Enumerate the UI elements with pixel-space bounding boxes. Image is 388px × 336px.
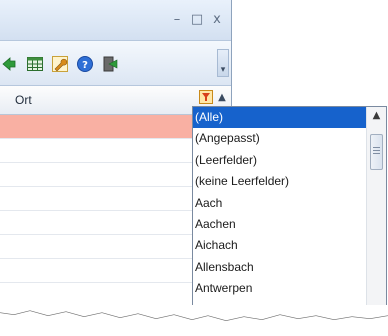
close-button[interactable]: x (208, 12, 226, 28)
maximize-button[interactable]: □ (188, 12, 206, 28)
filter-option-alle[interactable]: (Alle) (193, 107, 366, 129)
scroll-grip-line (373, 153, 380, 154)
scroll-up-button[interactable]: ▲ (367, 107, 386, 125)
column-header-label: Ort (15, 93, 32, 107)
export-icon[interactable] (1, 55, 19, 73)
filter-option-keine-leerfelder[interactable]: (keine Leerfelder) (193, 171, 386, 192)
filter-dropdown-list[interactable]: (Alle) (Angepasst) (Leerfelder) (keine L… (192, 106, 387, 317)
filter-option-antwerpen[interactable]: Antwerpen (193, 278, 386, 299)
svg-text:?: ? (82, 60, 88, 71)
torn-edge-decoration (0, 305, 388, 336)
scroll-thumb[interactable] (370, 134, 383, 170)
minimize-button[interactable]: – (168, 12, 186, 28)
toolbar-overflow-button[interactable]: ▾ (217, 49, 229, 77)
help-icon[interactable]: ? (76, 55, 94, 73)
sort-ascending-icon[interactable]: ▲ (214, 89, 230, 107)
dropdown-scrollbar[interactable]: ▲ (366, 107, 386, 311)
exit-icon[interactable] (101, 55, 119, 73)
filter-option-aichach[interactable]: Aichach (193, 235, 386, 256)
scroll-grip-line (373, 147, 380, 148)
filter-option-aach[interactable]: Aach (193, 193, 386, 214)
table-icon[interactable] (26, 55, 44, 73)
filter-option-angepasst[interactable]: (Angepasst) (193, 128, 386, 149)
title-bar: – □ x (0, 0, 231, 41)
scroll-grip-line (373, 150, 380, 151)
toolbar: ? ▾ (0, 41, 231, 86)
filter-icon[interactable] (199, 90, 213, 104)
filter-option-leerfelder[interactable]: (Leerfelder) (193, 150, 386, 171)
wrench-icon[interactable] (51, 55, 69, 73)
filter-option-aachen[interactable]: Aachen (193, 214, 386, 235)
filter-option-allensbach[interactable]: Allensbach (193, 257, 386, 278)
